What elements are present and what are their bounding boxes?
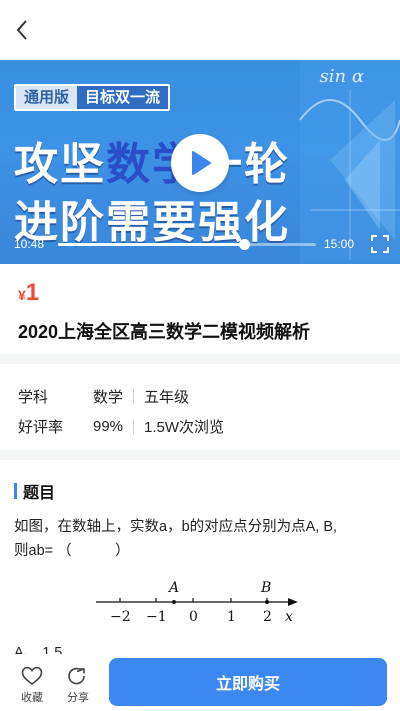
section-header: 题目	[14, 479, 55, 503]
number-line-figure: A B −2 −1 0 1 2 x	[96, 580, 298, 625]
question-text: 如图，在数轴上，实数a，b的对应点分别为点A, B, 则ab= （ ）	[14, 515, 388, 563]
question-line-2: 则ab= （ ）	[14, 543, 130, 559]
play-button[interactable]	[171, 134, 229, 192]
rating-row: 好评率 99% 1.5W次浏览	[18, 416, 224, 437]
subject-row: 学科 数学 五年级	[18, 386, 189, 407]
divider	[0, 354, 400, 364]
grade-value: 五年级	[144, 389, 190, 406]
chevron-left-icon	[16, 20, 27, 40]
tick-label: −2	[110, 609, 131, 625]
favorite-label: 收藏	[21, 692, 43, 704]
currency-symbol: ¥	[18, 287, 26, 303]
separator	[133, 419, 135, 434]
tick-label: 2	[263, 609, 272, 625]
rating-label: 好评率	[18, 419, 64, 436]
point-b-label: B	[260, 580, 271, 596]
point-a-label: A	[167, 580, 179, 596]
views-value: 1.5W次浏览	[144, 419, 225, 436]
current-time: 10:48	[14, 237, 45, 251]
tick-label: 0	[189, 609, 198, 625]
buy-now-button[interactable]: 立即购买	[109, 658, 387, 706]
divider	[0, 450, 400, 460]
back-button[interactable]	[8, 14, 36, 46]
play-icon	[192, 151, 211, 175]
axis-label: x	[285, 609, 293, 625]
course-title: 2020上海全区高三数学二模视频解析	[18, 322, 311, 342]
share-icon	[68, 667, 85, 685]
progress-knob[interactable]	[238, 239, 250, 250]
share-label: 分享	[67, 692, 89, 704]
progress-fill	[58, 243, 244, 246]
price-value: 1	[25, 279, 40, 306]
price: ¥1	[18, 279, 39, 307]
share-button[interactable]: 分享	[58, 666, 98, 705]
total-time: 15:00	[324, 237, 355, 251]
fullscreen-icon	[371, 235, 389, 253]
subject-value: 数学	[93, 389, 124, 406]
section-title: 题目	[23, 485, 56, 502]
sin-label: sin α	[319, 66, 364, 87]
favorite-button[interactable]: 收藏	[12, 666, 52, 705]
edition-tags: 通用版 目标双一流	[14, 84, 171, 111]
tag-goal: 目标双一流	[77, 86, 169, 109]
bottom-action-bar: 收藏 分享 立即购买	[0, 654, 400, 711]
fullscreen-button[interactable]	[370, 234, 390, 254]
progress-bar[interactable]	[58, 239, 316, 250]
top-bar	[0, 0, 400, 60]
subject-label: 学科	[18, 389, 49, 406]
tag-general: 通用版	[16, 86, 78, 109]
section-accent-bar	[14, 483, 17, 499]
tick-label: −1	[146, 609, 167, 625]
question-line-1: 如图，在数轴上，实数a，b的对应点分别为点A, B,	[14, 519, 338, 535]
tick-label: 1	[227, 609, 236, 625]
rating-value: 99%	[93, 418, 124, 435]
separator	[133, 389, 135, 404]
banner-line-1: 攻坚数学一轮	[14, 139, 290, 190]
heart-icon	[21, 666, 43, 685]
